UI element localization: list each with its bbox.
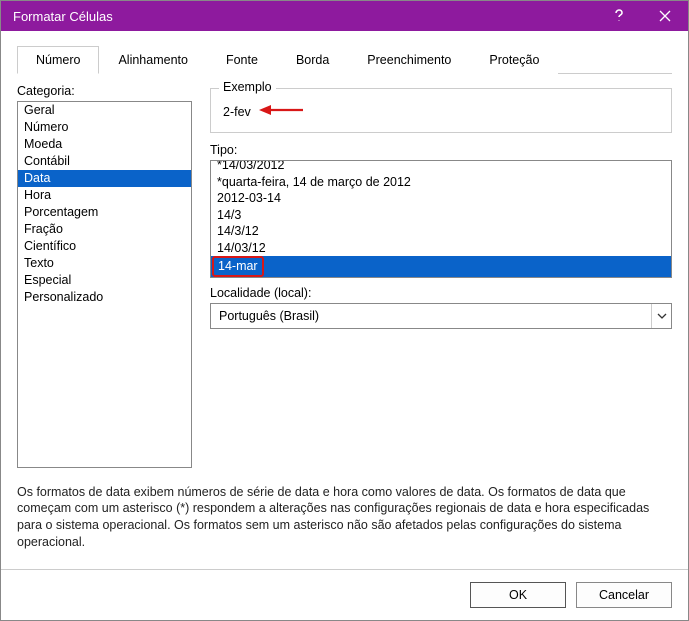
tab-fonte[interactable]: Fonte (207, 46, 277, 74)
category-item[interactable]: Moeda (18, 136, 191, 153)
sample-value: 2-fev (223, 105, 251, 119)
dialog-footer: OK Cancelar (1, 569, 688, 620)
category-item[interactable]: Geral (18, 102, 191, 119)
type-item[interactable]: 2012-03-14 (211, 190, 671, 207)
category-label: Categoria: (17, 84, 192, 98)
window-title: Formatar Células (13, 9, 596, 24)
category-item[interactable]: Hora (18, 187, 191, 204)
help-icon (613, 9, 625, 23)
help-button[interactable] (596, 1, 642, 31)
tab-strip: Número Alinhamento Fonte Borda Preenchim… (17, 45, 672, 74)
type-item[interactable]: 14-mar (211, 256, 671, 277)
category-item[interactable]: Porcentagem (18, 204, 191, 221)
category-column: Categoria: GeralNúmeroMoedaContábilDataH… (17, 84, 192, 468)
category-item[interactable]: Científico (18, 238, 191, 255)
ok-button[interactable]: OK (470, 582, 566, 608)
type-label: Tipo: (210, 143, 672, 157)
locale-combobox[interactable]: Português (Brasil) (210, 303, 672, 329)
locale-label: Localidade (local): (210, 286, 672, 300)
category-listbox[interactable]: GeralNúmeroMoedaContábilDataHoraPorcenta… (17, 101, 192, 468)
help-text: Os formatos de data exibem números de sé… (17, 484, 672, 552)
tab-protecao[interactable]: Proteção (470, 46, 558, 74)
sample-legend: Exemplo (219, 80, 276, 94)
tab-borda[interactable]: Borda (277, 46, 348, 74)
category-item[interactable]: Número (18, 119, 191, 136)
locale-value: Português (Brasil) (211, 309, 651, 323)
category-item[interactable]: Especial (18, 272, 191, 289)
type-item[interactable]: *14/03/2012 (211, 161, 671, 174)
category-item[interactable]: Personalizado (18, 289, 191, 306)
close-icon (659, 10, 671, 22)
annotation-highlight: 14-mar (212, 256, 264, 277)
type-item[interactable]: *quarta-feira, 14 de março de 2012 (211, 174, 671, 191)
format-cells-dialog: Formatar Células Número Alinhamento Font… (0, 0, 689, 621)
chevron-down-icon (657, 313, 667, 319)
number-tab-body: Categoria: GeralNúmeroMoedaContábilDataH… (17, 84, 672, 468)
locale-dropdown-button[interactable] (651, 304, 671, 328)
category-item[interactable]: Fração (18, 221, 191, 238)
type-listbox[interactable]: *14/03/2012*quarta-feira, 14 de março de… (210, 160, 672, 278)
type-item[interactable]: 14/3/12 (211, 223, 671, 240)
tab-alinhamento[interactable]: Alinhamento (99, 46, 207, 74)
tab-preenchimento[interactable]: Preenchimento (348, 46, 470, 74)
type-item[interactable]: 14/03/12 (211, 240, 671, 257)
category-item[interactable]: Texto (18, 255, 191, 272)
tab-numero[interactable]: Número (17, 46, 99, 74)
type-item[interactable]: 14/3 (211, 207, 671, 224)
category-item[interactable]: Contábil (18, 153, 191, 170)
cancel-button[interactable]: Cancelar (576, 582, 672, 608)
annotation-arrow-icon (259, 103, 303, 120)
titlebar: Formatar Células (1, 1, 688, 31)
settings-column: Exemplo 2-fev Tipo: *14/03/2012*quarta-f… (210, 84, 672, 468)
category-item[interactable]: Data (18, 170, 191, 187)
dialog-content: Número Alinhamento Fonte Borda Preenchim… (1, 31, 688, 569)
sample-fieldset: Exemplo 2-fev (210, 88, 672, 133)
close-button[interactable] (642, 1, 688, 31)
